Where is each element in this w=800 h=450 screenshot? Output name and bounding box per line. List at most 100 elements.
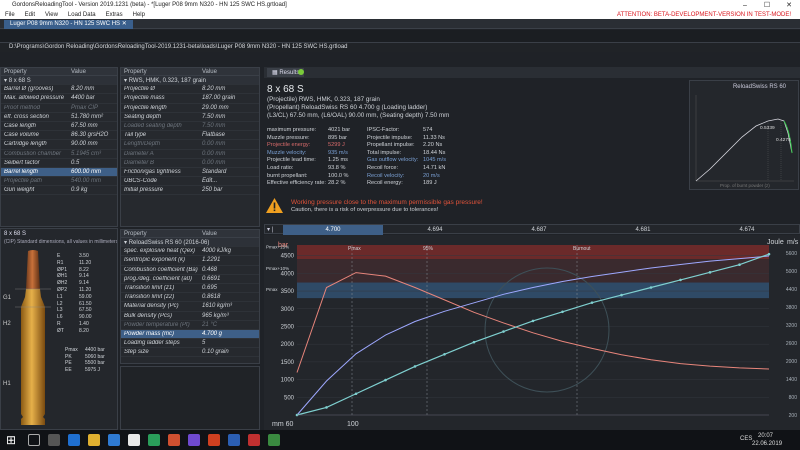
menu-view[interactable]: View [40,12,63,18]
powder-group[interactable]: ▾ ReloadSwiss RS 60 (2016-06) [121,238,259,248]
weapon-row[interactable]: Cartridge length 90.00 mm [1,140,117,150]
powder-property-value[interactable]: 4.700 g [199,331,259,337]
weapon-row[interactable]: eff. cross section 51.780 mm² [1,113,117,122]
powder-property-value[interactable]: 21 °C [199,322,259,328]
firefox-icon[interactable] [168,434,180,446]
powder-row[interactable]: Transition limit (z1) 0.695 [121,284,259,294]
word-icon[interactable] [228,434,240,446]
store-icon[interactable] [108,434,120,446]
weapon-property-value[interactable]: 540.00 mm [68,178,117,184]
weapon-row[interactable]: Max. allowed pressure 4400 bar [1,94,117,104]
menu-edit[interactable]: Edit [20,12,40,18]
weapon-row[interactable]: Barrel Ø (grooves) 8.20 mm [1,85,117,95]
maximize-icon[interactable]: ☐ [756,0,778,10]
app-icon-orange[interactable] [208,434,220,446]
powder-row[interactable]: Powder mass (mc) 4.700 g [121,329,259,340]
ladder-step-1[interactable]: 4.700 [283,225,383,235]
projectile-row[interactable]: Projectile Ø 8.20 mm [121,85,259,95]
powder-row[interactable]: spec. explosive heat (Qex) 4000 kJ/kg [121,247,259,257]
amazon-icon[interactable] [128,434,140,446]
edge-icon[interactable] [68,434,80,446]
powder-property-value[interactable]: 0.695 [199,285,259,291]
powder-property-value[interactable]: 5 [199,340,259,346]
projectile-property-value[interactable]: 8.20 mm [199,86,259,92]
weapon-row[interactable]: Projectile path 540.00 mm [1,177,117,187]
powder-row[interactable]: Combustion coefficient (Ba) 0.468 [121,266,259,275]
projectile-row[interactable]: Length/Depth 0.00 mm [121,140,259,150]
weapon-property-value[interactable]: 8.20 mm [68,86,117,92]
weapon-property-value[interactable]: 67.50 mm [68,123,117,129]
pdf-icon[interactable] [248,434,260,446]
app-icon-purple[interactable] [188,434,200,446]
weapon-row[interactable]: Case volume 86.30 grsH2O [1,131,117,141]
menu-load-data[interactable]: Load Data [63,12,101,18]
projectile-property-value[interactable]: 0.00 mm [199,151,259,157]
weapon-property-value[interactable]: 51.780 mm² [68,114,117,120]
powder-row[interactable]: Bulk density (Pcs) 965 kg/m³ [121,312,259,321]
weapon-row[interactable]: Barrel length 600.00 mm [1,167,117,178]
minimize-icon[interactable]: – [734,0,756,10]
projectile-row[interactable]: UBCS-Code Edit... [121,177,259,187]
projectile-property-value[interactable]: 7.50 mm [199,123,259,129]
grt-app-icon[interactable] [268,434,280,446]
powder-row[interactable]: Transition limit (z2) 0.8618 [121,293,259,303]
projectile-row[interactable]: Loaded seating depth 7.50 mm [121,122,259,132]
powder-property-value[interactable]: 965 kg/m³ [199,313,259,319]
powder-row[interactable]: Loading ladder steps 5 [121,339,259,349]
powder-property-value[interactable]: 1610 kg/m³ [199,303,259,309]
powder-property-value[interactable]: 1.2291 [199,257,259,263]
projectile-property-value[interactable]: 187.00 grain [199,95,259,101]
projectile-group[interactable]: ▾ RWS, HMK, 0.323, 187 grain [121,76,259,86]
close-icon[interactable]: ✕ [778,0,800,10]
projectile-property-value[interactable]: 0.00 mm [199,160,259,166]
powder-row[interactable]: Powder temperature (Pt) 21 °C [121,321,259,330]
projectile-property-value[interactable]: 7.50 mm [199,114,259,120]
task-view-icon[interactable] [48,434,60,446]
weapon-property-value[interactable]: 90.00 mm [68,141,117,147]
projectile-row[interactable]: Projectile length 29.00 mm [121,104,259,113]
powder-property-value[interactable]: 0.6691 [199,276,259,282]
powder-row[interactable]: Step size 0.10 grain [121,348,259,358]
weapon-row[interactable]: Case length 67.50 mm [1,122,117,132]
weapon-property-value[interactable]: 5.1945 cm³ [68,151,117,157]
ladder-step-3[interactable]: 4.687 [487,225,591,235]
projectile-row[interactable]: Diameter B 0.00 mm [121,159,259,168]
powder-row[interactable]: Isentropic exponent (k) 1.2291 [121,256,259,266]
ladder-toggle-icon[interactable]: ▾ | [267,225,273,235]
powder-property-value[interactable]: 0.468 [199,267,259,273]
weapon-row[interactable]: Gun weight 0.9 kg [1,186,117,196]
ladder-step-5[interactable]: 4.674 [695,225,799,235]
projectile-property-value[interactable]: 0.00 mm [199,141,259,147]
projectile-row[interactable]: Projectile mass 187.00 grain [121,94,259,104]
projectile-row[interactable]: Seating depth 7.50 mm [121,113,259,122]
projectile-property-value[interactable]: Edit... [199,178,259,184]
menu-help[interactable]: Help [128,12,150,18]
document-tab[interactable]: Luger P08 9mm N320 - HN 125 SWC HS ✕ [4,20,133,29]
weapon-row[interactable]: Seibert factor 0.5 [1,159,117,168]
menu-file[interactable]: File [0,12,20,18]
projectile-property-value[interactable]: 29.00 mm [199,105,259,111]
powder-property-value[interactable]: 0.10 grain [199,349,259,355]
powder-row[interactable]: prog./deg. coefficient (a0) 0.6691 [121,275,259,284]
menu-extras[interactable]: Extras [101,12,128,18]
app-icon-green[interactable] [148,434,160,446]
projectile-property-value[interactable]: Flatbase [199,132,259,138]
ladder-step-4[interactable]: 4.681 [591,225,695,235]
weapon-property-value[interactable]: 0.9 kg [68,187,117,193]
projectile-row[interactable]: Friction/gas tightness Standard [121,168,259,178]
powder-property-value[interactable]: 0.8618 [199,294,259,300]
weapon-row[interactable]: Proof method Pmax CIP [1,104,117,113]
search-icon[interactable] [28,434,40,446]
windows-start-icon[interactable]: ⊞ [6,433,16,447]
projectile-row[interactable]: Tail type Flatbase [121,131,259,141]
weapon-property-value[interactable]: 600.00 mm [68,169,117,175]
powder-row[interactable]: Material density (Pc) 1610 kg/m³ [121,302,259,312]
powder-property-value[interactable]: 4000 kJ/kg [199,248,259,254]
ladder-step-2[interactable]: 4.694 [383,225,487,235]
weapon-property-value[interactable]: 86.30 grsH2O [68,132,117,138]
explorer-icon[interactable] [88,434,100,446]
projectile-row[interactable]: Initial pressure 250 bar [121,186,259,196]
weapon-property-value[interactable]: 4400 bar [68,95,117,101]
weapon-property-value[interactable]: 0.5 [68,160,117,166]
projectile-property-value[interactable]: Standard [199,169,259,175]
